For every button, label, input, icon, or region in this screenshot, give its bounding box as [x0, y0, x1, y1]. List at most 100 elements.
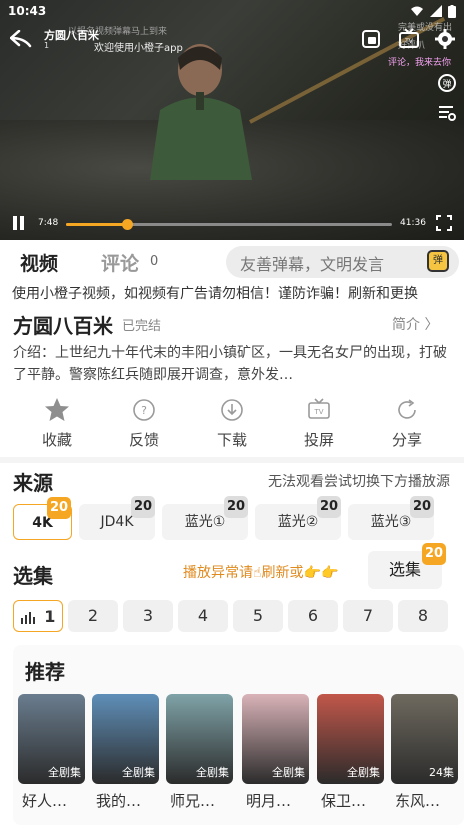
tab-video[interactable]: 视频 [20, 249, 58, 276]
gear-icon[interactable] [434, 28, 456, 50]
episode-2[interactable]: 2 [68, 600, 118, 632]
episode-1[interactable]: 1 [13, 600, 63, 632]
download-label: 下载 [216, 431, 247, 449]
svg-text:TV: TV [404, 38, 414, 45]
poster-tag: 全剧集 [347, 766, 380, 779]
source-bluray-2[interactable]: 蓝光② 20 [255, 496, 341, 540]
source-badge: 20 [410, 496, 434, 518]
seek-bar[interactable] [66, 219, 392, 230]
episode-select-badge: 20 [422, 543, 446, 565]
tv-cast-icon[interactable]: TV [398, 28, 420, 50]
notice-marquee: 使用小橙子视频，如视频有广告请勿相信！谨防诈骗！刷新和更换 [12, 286, 418, 302]
source-4k[interactable]: 4K 20 [13, 497, 72, 540]
playing-bars-icon [20, 611, 35, 624]
cast-label: 投屏 [303, 431, 334, 449]
picture-in-picture-icon[interactable] [360, 28, 382, 50]
action-bar: 收藏 ? 反馈 下载 TV 投屏 分享 [0, 393, 464, 455]
sources-tip: 无法观看尝试切换下方播放源 [268, 474, 450, 490]
poster-name[interactable]: 东风… [395, 790, 440, 811]
star-icon [45, 398, 69, 421]
battery-icon [448, 4, 456, 18]
pause-icon[interactable] [12, 216, 26, 230]
svg-text:弹: 弹 [442, 78, 451, 90]
source-label: 蓝光① [184, 514, 226, 530]
show-status: 已完结 [122, 319, 162, 334]
poster-name[interactable]: 保卫… [321, 790, 366, 811]
recommend-heading: 推荐 [25, 660, 65, 684]
wifi-icon [411, 6, 423, 16]
episode-8[interactable]: 8 [398, 600, 448, 632]
episode-7[interactable]: 7 [343, 600, 393, 632]
app-root: 10:43 以报名视频弹幕马上到来 完美或没有出 好评叭 评论，我来去你 方圆八… [0, 0, 464, 825]
favorite-button[interactable]: 收藏 [22, 393, 92, 450]
episode-select-button[interactable]: 选集 20 [368, 543, 446, 589]
comments-count: 0 [150, 254, 159, 269]
feedback-button[interactable]: ? 反馈 [109, 393, 179, 450]
poster-tag: 24集 [429, 766, 454, 779]
episodes-tip[interactable]: 播放异常请☝刷新或👉👉 [183, 562, 338, 582]
share-button[interactable]: 分享 [372, 393, 442, 450]
episode-select-label: 选集 [388, 560, 421, 579]
download-icon [221, 399, 243, 421]
poster-tag: 全剧集 [122, 766, 155, 779]
poster-name[interactable]: 我的… [96, 790, 141, 811]
episode-4[interactable]: 4 [178, 600, 228, 632]
video-episode: 1 [44, 41, 50, 50]
favorite-label: 收藏 [41, 431, 72, 449]
video-player[interactable]: 10:43 以报名视频弹幕马上到来 完美或没有出 好评叭 评论，我来去你 方圆八… [0, 0, 464, 240]
fullscreen-icon[interactable] [436, 215, 452, 231]
danmu-input-placeholder: 友善弹幕，文明发言 [240, 255, 385, 274]
poster-name[interactable]: 好人… [22, 790, 67, 811]
show-title: 方圆八百米 [13, 314, 113, 338]
source-badge: 20 [224, 496, 248, 518]
status-time: 10:43 [8, 4, 47, 18]
svg-text:?: ? [141, 404, 147, 417]
recommend-poster[interactable]: 全剧集 [242, 694, 309, 784]
danmu-settings-icon[interactable] [436, 102, 458, 124]
source-label: 蓝光③ [370, 514, 412, 530]
poster-name[interactable]: 明月… [246, 790, 291, 811]
source-badge: 20 [317, 496, 341, 518]
signal-icon [430, 5, 442, 17]
recommend-poster[interactable]: 全剧集 [166, 694, 233, 784]
share-icon [398, 399, 416, 419]
recommend-poster[interactable]: 全剧集 [92, 694, 159, 784]
show-description: 介绍：上世纪九十年代末的丰阳小镇矿区，一具无名女尸的出现，打破了平静。警察陈红兵… [13, 345, 447, 383]
recommend-poster[interactable]: 全剧集 [18, 694, 85, 784]
episode-3[interactable]: 3 [123, 600, 173, 632]
back-arrow-icon[interactable] [10, 30, 32, 48]
source-bluray-3[interactable]: 蓝光③ 20 [348, 496, 434, 540]
welcome-text: 欢迎使用小橙子app [94, 43, 183, 54]
episode-6[interactable]: 6 [288, 600, 338, 632]
recommend-poster[interactable]: 全剧集 [317, 694, 384, 784]
share-label: 分享 [391, 431, 422, 449]
source-label: 蓝光② [277, 514, 319, 530]
danmu-input[interactable]: 友善弹幕，文明发言 弹 [226, 246, 459, 278]
source-badge: 20 [47, 497, 71, 519]
recommend-poster[interactable]: 24集 [391, 694, 458, 784]
source-jd4k[interactable]: JD4K 20 [79, 496, 155, 540]
seek-bar-knob[interactable] [121, 219, 133, 230]
cast-icon: TV [308, 398, 330, 419]
source-label: JD4K [100, 514, 134, 530]
episodes-heading: 选集 [13, 564, 53, 588]
danmu-toggle-icon[interactable]: 弹 [436, 72, 458, 94]
episode-5[interactable]: 5 [233, 600, 283, 632]
playback-controls: 7:48 41:36 [0, 212, 464, 238]
poster-tag: 全剧集 [48, 766, 81, 779]
cast-button[interactable]: TV 投屏 [284, 393, 354, 450]
source-bluray-1[interactable]: 蓝光① 20 [162, 496, 248, 540]
duration: 41:36 [400, 218, 426, 228]
source-badge: 20 [131, 496, 155, 518]
poster-tag: 全剧集 [272, 766, 305, 779]
feedback-icon: ? [133, 399, 155, 421]
tab-comments[interactable]: 评论 [101, 249, 139, 276]
danmu-send-button[interactable]: 弹 [427, 250, 449, 272]
video-title: 方圆八百米 [44, 29, 99, 42]
download-button[interactable]: 下载 [197, 393, 267, 450]
poster-name[interactable]: 师兄… [170, 790, 215, 811]
poster-tag: 全剧集 [196, 766, 229, 779]
danmu-text: 评论，我来去你 [388, 58, 452, 68]
intro-link[interactable]: 简介 〉 [392, 314, 438, 334]
seek-bar-fill [66, 223, 127, 226]
